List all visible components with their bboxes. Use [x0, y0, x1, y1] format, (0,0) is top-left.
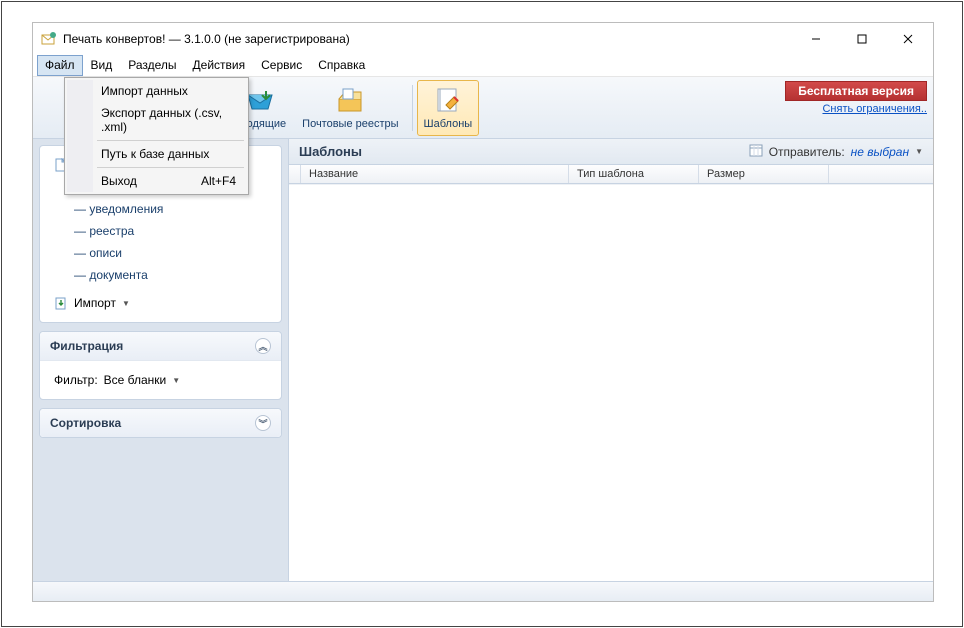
sidebar: Создать шаблон: — конверта — уведомления…: [33, 139, 289, 581]
main-header: Шаблоны Отправитель: не выбран ▼: [289, 139, 933, 165]
create-registry[interactable]: — реестра: [52, 220, 269, 242]
titlebar: Печать конвертов! — 3.1.0.0 (не зарегист…: [33, 23, 933, 55]
calendar-icon: [749, 143, 763, 160]
sort-panel: Сортировка ︾: [39, 408, 282, 438]
filter-dropdown[interactable]: Фильтр: Все бланки ▼: [52, 369, 269, 391]
menu-exit-label: Выход: [101, 174, 137, 188]
statusbar: [33, 581, 933, 601]
sort-panel-header[interactable]: Сортировка ︾: [40, 409, 281, 437]
dropdown-caret-icon: ▼: [172, 376, 180, 385]
close-button[interactable]: [885, 24, 931, 54]
filter-panel-title: Фильтрация: [50, 339, 123, 353]
filter-panel-header[interactable]: Фильтрация ︽: [40, 332, 281, 361]
templates-icon: [432, 85, 464, 117]
import-dropdown[interactable]: Импорт ▼: [52, 292, 269, 314]
app-icon: [41, 31, 57, 47]
filter-label: Фильтр:: [54, 373, 98, 387]
grid-body: [289, 184, 933, 581]
menu-help[interactable]: Справка: [310, 55, 373, 76]
menu-exit-shortcut: Alt+F4: [201, 174, 236, 188]
registries-icon: [334, 85, 366, 117]
menu-db-path[interactable]: Путь к базе данных: [67, 143, 246, 165]
create-notice[interactable]: — уведомления: [52, 198, 269, 220]
row-selector-column[interactable]: [289, 165, 301, 183]
toolbar-templates[interactable]: Шаблоны: [417, 80, 480, 136]
collapse-up-icon[interactable]: ︽: [255, 338, 271, 354]
maximize-button[interactable]: [839, 24, 885, 54]
toolbar-registries-label: Почтовые реестры: [302, 118, 398, 130]
toolbar-registries[interactable]: Почтовые реестры: [295, 80, 405, 136]
toolbar-separator: [412, 85, 413, 131]
sort-panel-title: Сортировка: [50, 416, 121, 430]
menu-view[interactable]: Вид: [83, 55, 121, 76]
remove-limits-link[interactable]: Снять ограничения..: [785, 103, 927, 115]
dropdown-caret-icon: ▼: [915, 147, 923, 156]
minimize-button[interactable]: [793, 24, 839, 54]
create-inventory[interactable]: — описи: [52, 242, 269, 264]
section-title: Шаблоны: [299, 144, 362, 159]
sender-label: Отправитель:: [769, 145, 845, 159]
menubar: Файл Вид Разделы Действия Сервис Справка: [33, 55, 933, 77]
menu-file[interactable]: Файл: [37, 55, 83, 76]
column-name[interactable]: Название: [301, 165, 569, 183]
filter-panel: Фильтрация ︽ Фильтр: Все бланки ▼: [39, 331, 282, 400]
menu-sections[interactable]: Разделы: [120, 55, 184, 76]
expand-down-icon[interactable]: ︾: [255, 415, 271, 431]
sender-value: не выбран: [851, 145, 909, 159]
app-window: Печать конвертов! — 3.1.0.0 (не зарегист…: [32, 22, 934, 602]
file-dropdown: Импорт данных Экспорт данных (.csv, .xml…: [64, 77, 249, 195]
free-version-badge: Бесплатная версия: [785, 81, 927, 101]
menu-exit[interactable]: Выход Alt+F4: [67, 170, 246, 192]
filter-value: Все бланки: [104, 373, 167, 387]
dropdown-caret-icon: ▼: [122, 299, 130, 308]
menu-actions[interactable]: Действия: [185, 55, 254, 76]
column-size[interactable]: Размер: [699, 165, 829, 183]
toolbar-templates-label: Шаблоны: [424, 118, 473, 130]
sender-selector[interactable]: Отправитель: не выбран ▼: [749, 143, 923, 160]
main-area: Шаблоны Отправитель: не выбран ▼ Названи…: [289, 139, 933, 581]
grid-header: Название Тип шаблона Размер: [289, 165, 933, 184]
window-title: Печать конвертов! — 3.1.0.0 (не зарегист…: [63, 32, 793, 46]
menu-import-data[interactable]: Импорт данных: [67, 80, 246, 102]
menu-service[interactable]: Сервис: [253, 55, 310, 76]
menu-export-data[interactable]: Экспорт данных (.csv, .xml): [67, 102, 246, 138]
import-icon: [54, 296, 68, 310]
column-type[interactable]: Тип шаблона: [569, 165, 699, 183]
import-label: Импорт: [74, 296, 116, 310]
create-document[interactable]: — документа: [52, 264, 269, 286]
